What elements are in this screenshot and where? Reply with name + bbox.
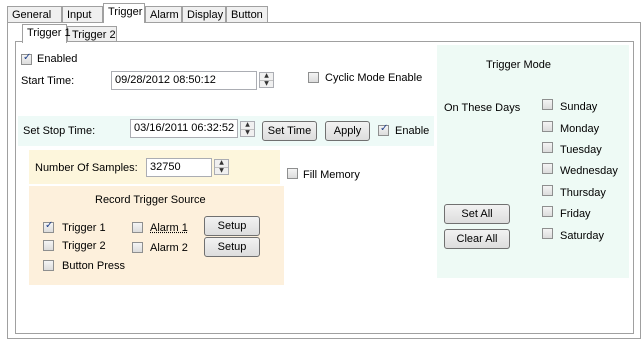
- tuesday-label: Tuesday: [560, 144, 602, 156]
- start-time-field[interactable]: 09/28/2012 08:50:12: [111, 71, 257, 90]
- clear-all-button[interactable]: Clear All: [444, 229, 510, 249]
- alarm-2-source-checkbox[interactable]: [132, 242, 143, 253]
- alarm-1-setup-button[interactable]: Setup: [204, 216, 260, 236]
- stop-time-spinner[interactable]: ▲ ▼: [240, 121, 255, 137]
- stop-time-label: Set Stop Time:: [23, 125, 96, 137]
- saturday-checkbox[interactable]: [542, 228, 553, 239]
- cyclic-mode-label: Cyclic Mode Enable: [325, 72, 423, 84]
- enabled-checkbox[interactable]: [21, 52, 32, 65]
- stop-time-enable-checkbox[interactable]: [378, 123, 389, 136]
- days-label: On These Days: [444, 102, 521, 114]
- tuesday-checkbox[interactable]: [542, 142, 553, 153]
- spin-down-icon[interactable]: ▼: [260, 79, 273, 88]
- thursday-label: Thursday: [560, 187, 606, 199]
- spin-down-icon[interactable]: ▼: [241, 128, 254, 137]
- enabled-label: Enabled: [37, 53, 78, 65]
- stop-time-enable-label: Enable: [395, 125, 430, 137]
- start-time-spinner[interactable]: ▲ ▼: [259, 72, 274, 88]
- alarm-1-source-label: Alarm 1: [150, 222, 188, 234]
- spin-down-icon[interactable]: ▼: [215, 166, 228, 175]
- sunday-label: Sunday: [560, 101, 598, 113]
- record-source-title: Record Trigger Source: [95, 194, 206, 206]
- trigger-1-source-checkbox[interactable]: [43, 220, 54, 233]
- wednesday-checkbox[interactable]: [542, 163, 553, 174]
- samples-label: Number Of Samples:: [35, 162, 138, 174]
- trigger-mode-title: Trigger Mode: [486, 59, 552, 71]
- samples-spinner[interactable]: ▲ ▼: [214, 159, 229, 175]
- trigger-1-content: Enabled Start Time: 09/28/2012 08:50:12 …: [0, 0, 644, 341]
- fill-memory-checkbox[interactable]: [287, 168, 298, 179]
- trigger-2-source-label: Trigger 2: [62, 240, 106, 252]
- button-press-source-label: Button Press: [62, 260, 125, 272]
- thursday-checkbox[interactable]: [542, 185, 553, 196]
- monday-checkbox[interactable]: [542, 121, 553, 132]
- button-press-source-checkbox[interactable]: [43, 260, 54, 271]
- monday-label: Monday: [560, 123, 600, 135]
- friday-checkbox[interactable]: [542, 206, 553, 217]
- saturday-label: Saturday: [560, 230, 605, 242]
- samples-field[interactable]: 32750: [146, 158, 212, 177]
- trigger-1-source-label: Trigger 1: [62, 222, 106, 234]
- alarm-2-setup-button[interactable]: Setup: [204, 237, 260, 257]
- wednesday-label: Wednesday: [560, 165, 618, 177]
- set-time-button[interactable]: Set Time: [262, 121, 317, 141]
- start-time-label: Start Time:: [21, 75, 75, 87]
- trigger-2-source-checkbox[interactable]: [43, 240, 54, 251]
- stop-time-field[interactable]: 03/16/2011 06:32:52: [130, 119, 238, 138]
- cyclic-mode-checkbox[interactable]: [308, 72, 319, 83]
- set-all-button[interactable]: Set All: [444, 204, 510, 224]
- sunday-checkbox[interactable]: [542, 99, 553, 110]
- alarm-2-source-label: Alarm 2: [150, 242, 188, 254]
- friday-label: Friday: [560, 208, 591, 220]
- alarm-1-source-checkbox[interactable]: [132, 222, 143, 233]
- apply-button[interactable]: Apply: [325, 121, 370, 141]
- fill-memory-label: Fill Memory: [303, 169, 360, 181]
